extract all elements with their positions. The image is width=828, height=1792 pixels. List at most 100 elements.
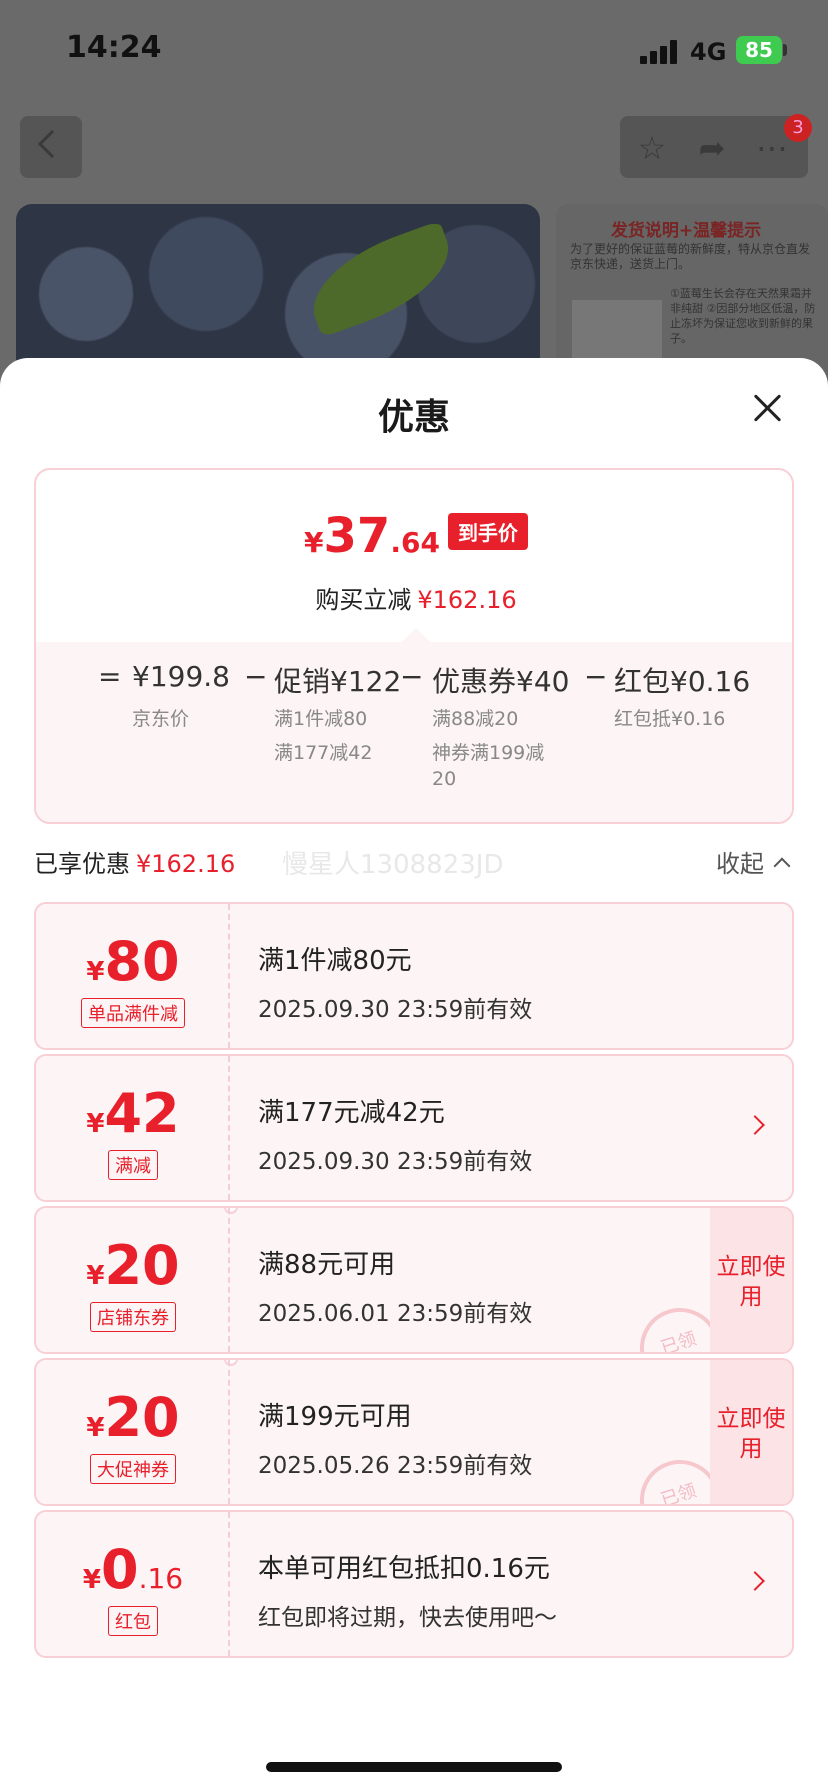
coupon-value: 20 [104,1234,180,1297]
coupon-card[interactable]: ¥20 店铺东券 满88元可用 2025.06.01 23:59前有效 已领 立… [34,1206,794,1354]
minus-sign: − [584,660,608,693]
back-button[interactable] [20,116,82,178]
promo-detail-1: 满1件减80 [274,708,368,730]
coupon-amount: ¥42 [36,1082,230,1145]
coupon-value-section: ¥42 满减 [36,1056,230,1200]
coupon-expiry: 2025.06.01 23:59前有效 [258,1301,533,1327]
battery-tip [783,44,787,56]
coupon-amount: ¥80 [36,930,230,993]
coupon-expiry: 2025.09.30 23:59前有效 [258,1149,533,1175]
final-price-tag: 到手价 [447,513,528,550]
coupon-type-label: 红包 [108,1606,158,1636]
coupon-symbol: ¥ [86,1109,105,1139]
notice-side-text: ①蓝莓生长会存在天然果霜并非纯甜 ②因部分地区低温，防止冻坏为保证您收到新鲜的果… [670,287,816,345]
more-icon[interactable]: ⋯ [754,130,790,166]
coupon-type-tag: 单品满件减 [36,998,230,1028]
star-icon[interactable]: ☆ [634,130,670,166]
coupon-value-section: ¥20 店铺东券 [36,1208,230,1352]
coupon-decimal: .16 [138,1562,184,1595]
nav-actions: ☆ ➦ ⋯ [620,116,808,178]
use-now-label: 立即使用 [716,1406,786,1462]
coupon-value-section: ¥80 单品满件减 [36,904,230,1048]
share-icon[interactable]: ➦ [694,130,730,166]
save-line: 购买立减 ¥162.16 [36,580,792,615]
coupon-value-section: ¥0.16 红包 [36,1512,230,1656]
battery-icon: 85 [736,36,782,64]
page: 14:24 4G 85 ☆ ➦ ⋯ 3 发货说明+温馨提示 为了更好的保证蓝莓的… [0,0,828,1792]
use-now-button[interactable]: 立即使用 [710,1360,792,1504]
discount-sheet: 优惠 ¥37.64 到手价 购买立减 ¥162.16 = ¥199.8 京东价 − … [0,358,828,1792]
home-indicator[interactable] [266,1762,562,1772]
chevron-up-icon [773,857,791,875]
coupon-symbol: ¥ [86,1261,105,1291]
coupon-card[interactable]: ¥0.16 红包 本单可用红包抵扣0.16元 红包即将过期，快去使用吧～ [34,1510,794,1658]
jd-price: ¥199.8 [132,660,230,693]
redpacket-amount: 红包¥0.16 [614,665,751,698]
coupon-expiry: 红包即将过期，快去使用吧～ [258,1605,557,1631]
coupon-condition: 满1件减80元 [258,946,412,976]
user-watermark: 慢星人1308823JD [282,850,504,880]
coupon-detail-1: 满88减20 [432,708,519,730]
coupon-type-tag: 店铺东券 [36,1302,230,1332]
coupon-type-label: 满减 [108,1150,158,1180]
notification-badge: 3 [784,114,812,142]
collapse-label: 收起 [716,850,764,878]
signal-icon [640,40,680,64]
coupon-amount: 优惠券¥40 [432,665,570,698]
coupon-amount: ¥20 [36,1386,230,1449]
status-bar: 14:24 4G 85 [0,0,828,100]
jd-price-label: 京东价 [132,708,190,730]
use-now-button[interactable]: 立即使用 [710,1208,792,1352]
notice-box-image [572,300,662,360]
final-price: ¥37.64 到手价 [36,508,792,564]
coupon-type-tag: 红包 [36,1606,230,1636]
coupon-type-label: 店铺东券 [90,1302,176,1332]
coupon-symbol: ¥ [82,1565,101,1595]
enjoyed-label: 已享优惠 ¥162.16 [34,844,235,879]
coupon-value: 80 [104,930,180,993]
price-symbol: ¥ [304,526,324,559]
save-label: 购买立减 [315,586,412,614]
coupon-expiry: 2025.05.26 23:59前有效 [258,1453,533,1479]
coupon-card[interactable]: ¥20 大促神券 满199元可用 2025.05.26 23:59前有效 已领 … [34,1358,794,1506]
coupon-symbol: ¥ [86,1413,105,1443]
coupon-detail-2: 神券满199减 [432,742,545,764]
close-icon[interactable] [748,388,788,428]
price-integer: 37 [323,508,391,564]
coupon-expiry: 2025.09.30 23:59前有效 [258,997,533,1023]
sheet-title: 优惠 [377,397,450,438]
leaf-decoration [298,220,464,338]
coupon-detail-2-cont: 20 [432,768,457,790]
coupon-type-tag: 大促神券 [36,1454,230,1484]
chevron-right-icon[interactable] [745,1571,765,1591]
price-decimal: .64 [390,526,440,559]
coupon-type-label: 单品满件减 [81,998,185,1028]
coupon-condition: 满199元可用 [258,1402,412,1432]
coupon-condition: 本单可用红包抵扣0.16元 [258,1554,550,1584]
collapse-button[interactable]: 收起 [716,844,791,879]
price-summary: ¥37.64 到手价 购买立减 ¥162.16 = ¥199.8 京东价 − 促销¥… [34,468,794,824]
save-amount: ¥162.16 [417,586,517,614]
coupon-value: 20 [104,1386,180,1449]
coupon-card[interactable]: ¥80 单品满件减 满1件减80元 2025.09.30 23:59前有效 [34,902,794,1050]
coupon-condition: 满177元减42元 [258,1098,445,1128]
coupon-type-tag: 满减 [36,1150,230,1180]
enjoyed-row: 已享优惠 ¥162.16 慢星人1308823JD 收起 [34,840,794,880]
equals-sign: = [98,660,122,693]
coupon-amount: ¥20 [36,1234,230,1297]
status-time: 14:24 [66,30,162,65]
coupon-card[interactable]: ¥42 满减 满177元减42元 2025.09.30 23:59前有效 [34,1054,794,1202]
coupon-type-label: 大促神券 [90,1454,176,1484]
price-formula: = ¥199.8 京东价 − 促销¥122 满1件减80 满177减42 − 优… [98,660,778,790]
coupon-value: 42 [104,1082,180,1145]
minus-sign: − [244,660,268,693]
chevron-right-icon[interactable] [745,1115,765,1135]
chevron-left-icon [37,129,67,159]
redpacket-detail: 红包抵¥0.16 [614,708,726,730]
coupon-symbol: ¥ [86,957,105,987]
use-now-label: 立即使用 [716,1254,786,1310]
notice-text: 为了更好的保证蓝莓的新鲜度，特从京仓直发京东快递，送货上门。 [570,242,811,271]
enjoyed-text: 已享优惠 [34,850,130,878]
coupon-value-section: ¥20 大促神券 [36,1360,230,1504]
promo-detail-2: 满177减42 [274,742,373,764]
